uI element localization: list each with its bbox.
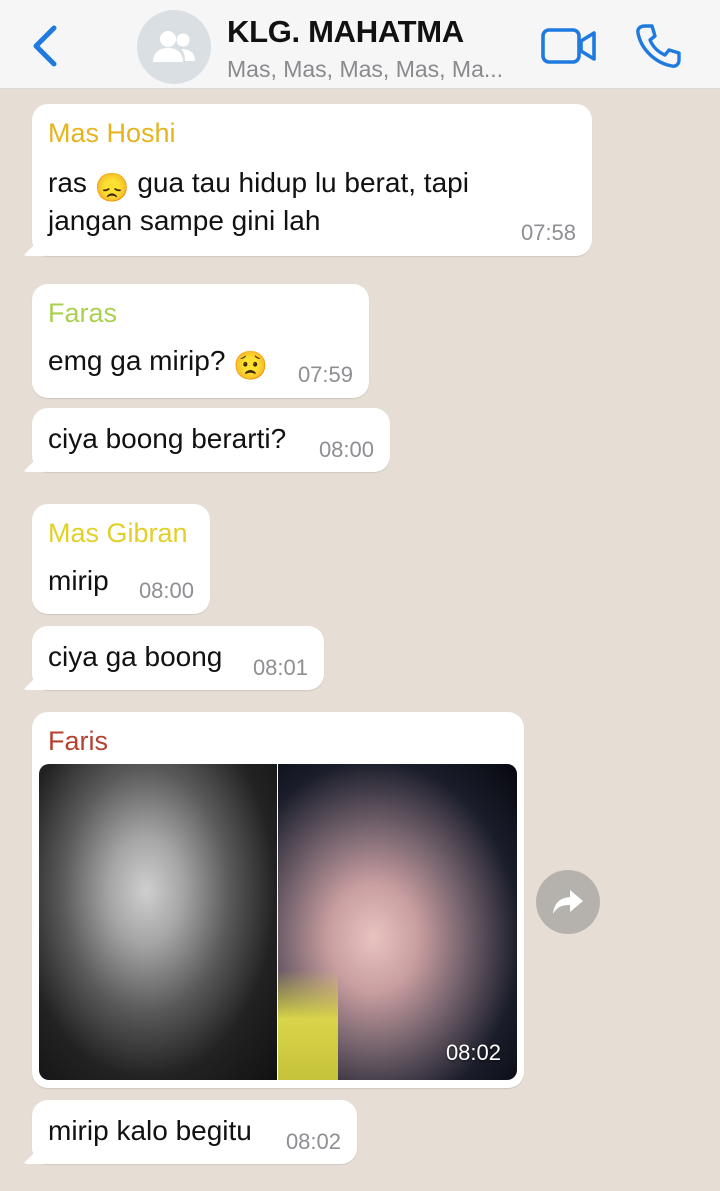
photo-message-bubble[interactable]: Faris 08:02 <box>32 712 524 1088</box>
photo-detail <box>278 970 338 1080</box>
message-text: mirip <box>48 565 109 596</box>
group-icon <box>153 31 195 62</box>
message-time: 08:00 <box>318 437 374 462</box>
message-text: mirip kalo begitu <box>48 1115 252 1146</box>
message-bubble[interactable]: mirip kalo begitu 08:02 <box>32 1100 357 1164</box>
group-avatar[interactable] <box>137 10 211 84</box>
message-bubble[interactable]: Faras emg ga mirip? 😟 07:59 <box>32 284 369 398</box>
video-call-button[interactable] <box>540 26 598 66</box>
message-text-part: ras <box>48 167 87 198</box>
phone-icon <box>636 24 681 68</box>
sender-name[interactable]: Faris <box>48 726 108 757</box>
voice-call-button[interactable] <box>633 22 683 70</box>
chevron-left-icon <box>33 25 57 67</box>
message-time: 08:01 <box>252 655 308 680</box>
forward-button[interactable] <box>536 870 600 934</box>
sender-name[interactable]: Faras <box>48 298 117 329</box>
sender-name[interactable]: Mas Hoshi <box>48 118 176 149</box>
message-bubble[interactable]: Mas Hoshi ras 😞 gua tau hidup lu berat, … <box>32 104 592 256</box>
photo-thumbnail[interactable] <box>39 764 277 1080</box>
message-time: 08:02 <box>445 1040 501 1065</box>
message-text-part: gua tau hidup lu berat, tapi <box>137 167 469 198</box>
chat-title[interactable]: KLG. MAHATMA <box>227 14 464 50</box>
message-text-part: emg ga mirip? <box>48 345 226 376</box>
message-time: 07:58 <box>520 220 576 245</box>
message-time: 07:59 <box>297 362 353 387</box>
message-text-line2: jangan sampe gini lah <box>48 205 321 236</box>
message-time: 08:00 <box>138 578 194 603</box>
message-text: emg ga mirip? 😟 <box>48 342 268 385</box>
message-text: ras 😞 gua tau hidup lu berat, tapi <box>48 164 469 207</box>
message-bubble[interactable]: ciya boong berarti? 08:00 <box>32 408 390 472</box>
message-time: 08:02 <box>285 1129 341 1154</box>
chat-subtitle[interactable]: Mas, Mas, Mas, Mas, Ma... <box>227 56 503 83</box>
message-bubble[interactable]: Mas Gibran mirip 08:00 <box>32 504 210 614</box>
message-text: ciya boong berarti? <box>48 423 287 454</box>
video-camera-icon <box>541 28 596 64</box>
forward-arrow-icon <box>553 890 583 914</box>
message-bubble[interactable]: ciya ga boong 08:01 <box>32 626 324 690</box>
message-text: ciya ga boong <box>48 641 223 672</box>
back-button[interactable] <box>28 22 68 70</box>
photo-album[interactable]: 08:02 <box>39 764 517 1080</box>
sender-name[interactable]: Mas Gibran <box>48 518 188 549</box>
photo-thumbnail[interactable] <box>278 764 517 1080</box>
worried-face-icon: 😟 <box>233 350 269 381</box>
chat-header: KLG. MAHATMA Mas, Mas, Mas, Mas, Ma... <box>0 0 720 89</box>
